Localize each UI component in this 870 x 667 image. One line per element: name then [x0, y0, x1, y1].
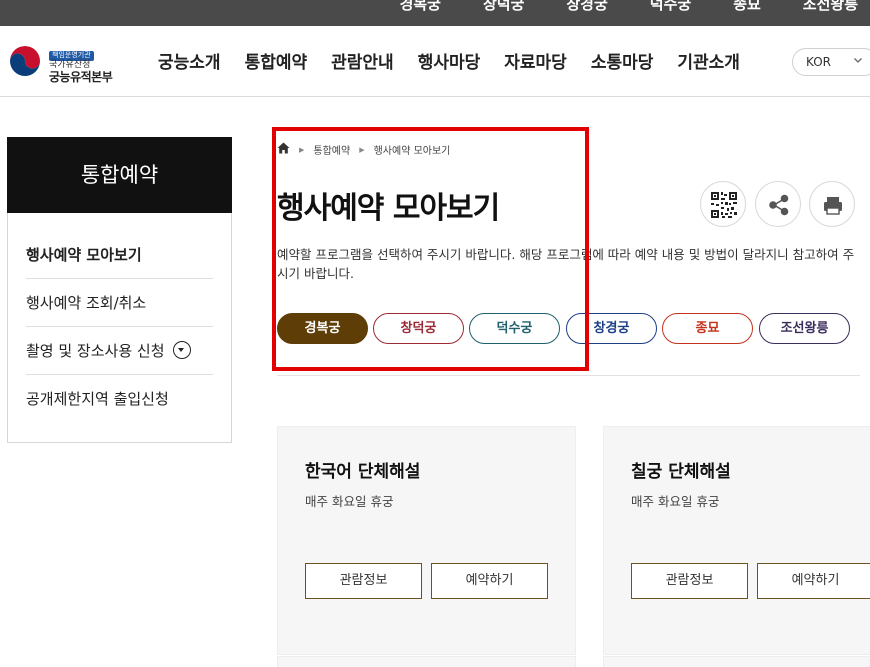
section-divider — [277, 375, 860, 376]
tab-royal-tombs[interactable]: 조선왕릉 — [759, 313, 850, 344]
breadcrumb: ▶ 통합예약 ▶ 행사예약 모아보기 — [277, 142, 450, 157]
sidebar-item-label: 행사예약 조회/취소 — [26, 294, 147, 312]
nav-item-organization[interactable]: 기관소개 — [677, 48, 740, 73]
breadcrumb-separator-icon: ▶ — [299, 145, 305, 154]
tab-changdeokgung[interactable]: 창덕궁 — [373, 313, 464, 344]
qr-code-icon — [711, 192, 737, 218]
program-card: 한국어 단체해설 매주 화요일 휴궁 관람정보 예약하기 — [277, 426, 576, 655]
topbar-link-deoksugung[interactable]: 덕수궁 — [629, 0, 712, 14]
logo-title: 궁능유적본부 — [49, 69, 113, 84]
site-logo[interactable]: 책임운영기관 국가유산청 궁능유적본부 — [8, 43, 113, 84]
visit-info-button[interactable]: 관람정보 — [305, 563, 422, 599]
program-card-title: 칠궁 단체해설 — [631, 462, 731, 482]
topbar-link-changgyeonggung[interactable]: 창경궁 — [545, 0, 628, 14]
language-select[interactable]: KOR — [792, 48, 870, 76]
tab-deoksugung[interactable]: 덕수궁 — [469, 313, 560, 344]
nav-item-community[interactable]: 소통마당 — [591, 48, 654, 73]
topbar-link-gyeongbokgung[interactable]: 경복궁 — [379, 0, 462, 14]
print-icon — [824, 197, 842, 215]
tab-gyeongbokgung[interactable]: 경복궁 — [277, 313, 368, 344]
expand-toggle-icon[interactable] — [173, 340, 192, 359]
sidebar-item-restricted-area[interactable]: 공개제한지역 출입신청 — [26, 375, 213, 423]
nav-item-events[interactable]: 행사마당 — [418, 48, 481, 73]
top-utility-bar: 경복궁 창덕궁 창경궁 덕수궁 종묘 조선왕릉 — [0, 0, 870, 26]
nav-item-resources[interactable]: 자료마당 — [504, 48, 567, 73]
topbar-link-changdeokgung[interactable]: 창덕궁 — [462, 0, 545, 14]
visit-info-button[interactable]: 관람정보 — [631, 563, 748, 599]
tab-jongmyo[interactable]: 종묘 — [662, 313, 753, 344]
nav-item-reservation[interactable]: 통합예약 — [245, 48, 308, 73]
site-header: 책임운영기관 국가유산청 궁능유적본부 궁능소개 통합예약 관람안내 행사마당 … — [0, 26, 870, 97]
program-card-note: 매주 화요일 휴궁 — [631, 494, 720, 509]
qr-code-button[interactable] — [700, 181, 746, 227]
share-icon — [769, 194, 789, 216]
sidebar-item-event-overview[interactable]: 행사예약 모아보기 — [26, 231, 213, 279]
sidebar-item-label: 촬영 및 장소사용 신청 — [26, 342, 165, 360]
tab-changgyeonggung[interactable]: 창경궁 — [566, 313, 657, 344]
reserve-button[interactable]: 예약하기 — [757, 563, 870, 599]
page-description: 예약할 프로그램을 선택하여 주시기 바랍니다. 해당 프로그램에 따라 예약 … — [277, 247, 855, 281]
page-title: 행사예약 모아보기 — [277, 191, 500, 226]
sidebar-title: 통합예약 — [7, 137, 232, 213]
chevron-down-icon — [853, 54, 863, 68]
taegeuk-logo-icon — [8, 46, 42, 81]
program-card: 칠궁 단체해설 매주 화요일 휴궁 관람정보 예약하기 — [603, 426, 870, 655]
topbar-link-jongmyo[interactable]: 종묘 — [712, 0, 782, 14]
sidebar-menu: 행사예약 모아보기 행사예약 조회/취소 촬영 및 장소사용 신청 공개제한지역… — [7, 213, 232, 443]
sidebar-item-label: 행사예약 모아보기 — [26, 246, 142, 264]
sidebar-item-label: 공개제한지역 출입신청 — [26, 390, 169, 408]
share-button[interactable] — [755, 181, 801, 227]
nav-item-about[interactable]: 궁능소개 — [158, 48, 221, 73]
program-card — [603, 656, 870, 667]
program-card-note: 매주 화요일 휴궁 — [305, 494, 394, 509]
sidebar-item-filming-request[interactable]: 촬영 및 장소사용 신청 — [26, 327, 213, 375]
program-card — [277, 656, 576, 667]
topbar-link-royal-tombs[interactable]: 조선왕릉 — [782, 0, 858, 14]
breadcrumb-item-current: 행사예약 모아보기 — [373, 146, 451, 157]
palace-site-links: 경복궁 창덕궁 창경궁 덕수궁 종묘 조선왕릉 — [379, 0, 858, 14]
nav-item-visitor-info[interactable]: 관람안내 — [331, 48, 394, 73]
reserve-button[interactable]: 예약하기 — [431, 563, 548, 599]
sidebar-item-reservation-lookup[interactable]: 행사예약 조회/취소 — [26, 279, 213, 327]
language-selected: KOR — [806, 55, 831, 69]
breadcrumb-separator-icon: ▶ — [359, 145, 365, 154]
main-navigation: 궁능소개 통합예약 관람안내 행사마당 자료마당 소통마당 기관소개 — [158, 48, 764, 73]
program-card-title: 한국어 단체해설 — [305, 462, 421, 482]
breadcrumb-item[interactable]: 통합예약 — [313, 142, 350, 157]
home-icon[interactable] — [277, 142, 290, 157]
print-button[interactable] — [809, 181, 855, 227]
